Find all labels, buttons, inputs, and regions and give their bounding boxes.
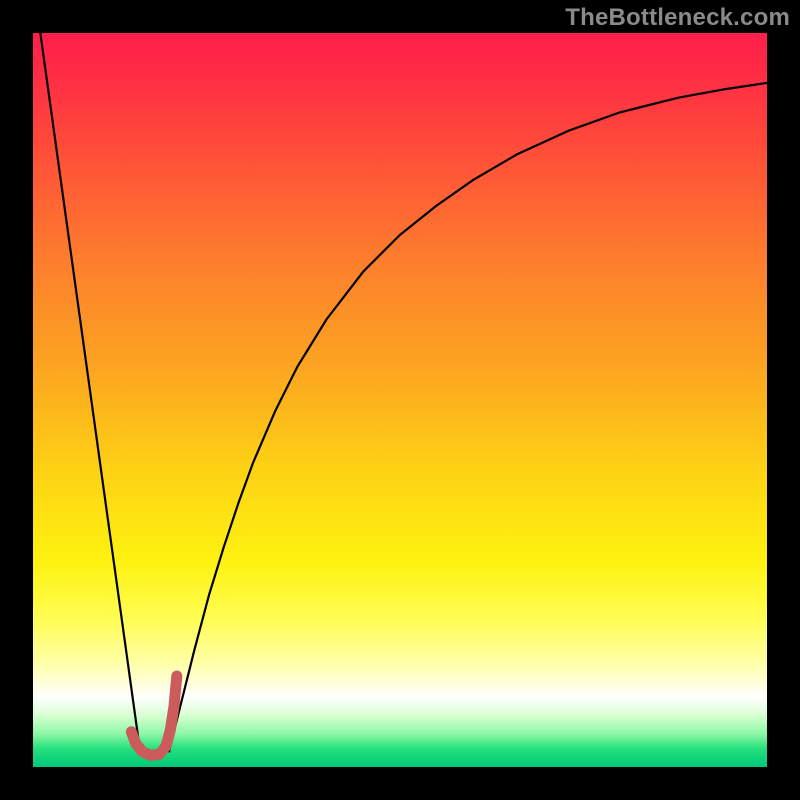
watermark-text: TheBottleneck.com (565, 4, 790, 32)
outer-frame: TheBottleneck.com (0, 0, 800, 800)
chart-svg (33, 33, 767, 767)
plot-area (33, 33, 767, 767)
gradient-bg (33, 33, 767, 767)
